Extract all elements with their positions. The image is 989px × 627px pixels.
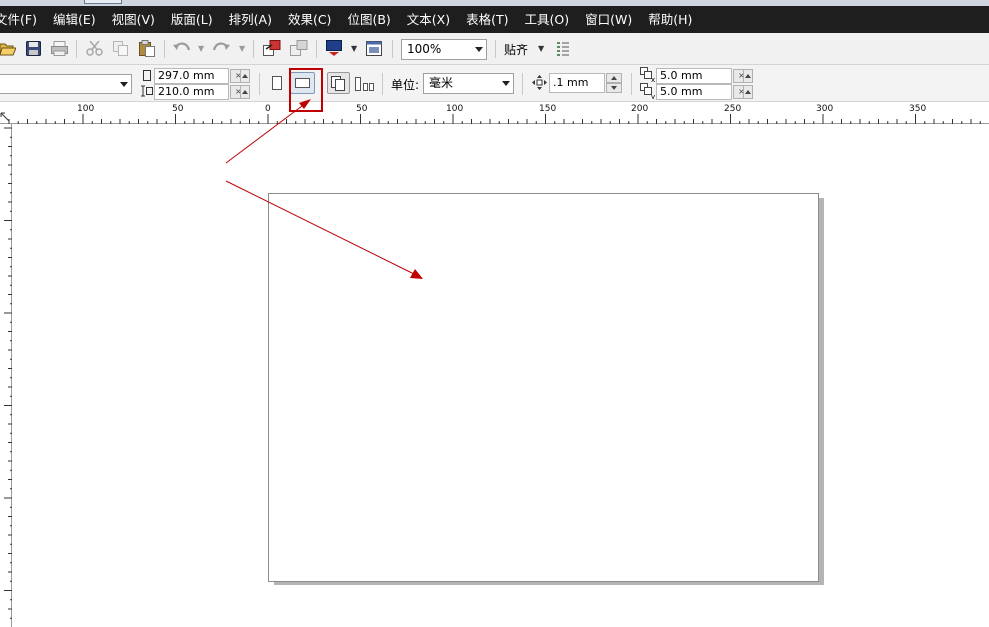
duplicate-distance-y-field[interactable]: 5.0 mm [656,84,732,100]
application-launcher-icon[interactable] [326,40,342,60]
page-width-up[interactable] [240,69,250,83]
menu-table[interactable]: 表格(T) [458,6,516,33]
undo-icon[interactable] [173,41,191,59]
options-icon[interactable] [556,41,570,59]
chevron-down-icon [475,47,483,52]
toolbar-separator [382,73,383,95]
snap-to-menu[interactable]: 贴齐 [504,41,528,58]
portrait-page-icon[interactable] [272,76,282,93]
units-select[interactable]: 毫米 [423,73,514,94]
vertical-ruler-ticks [4,127,12,619]
ruler-label: 100 [77,104,95,114]
ruler-label: 100 [446,104,464,114]
save-icon[interactable] [26,41,41,59]
undo-dropdown-icon[interactable]: ▼ [198,44,204,53]
menu-layout[interactable]: 版面(L) [163,6,221,33]
current-page-icon[interactable] [355,77,375,94]
paper-type-select[interactable] [0,74,132,94]
ruler-label: 250 [724,104,742,114]
units-value: 毫米 [429,76,454,90]
toolbar-separator [259,73,260,95]
toolbar-separator [253,40,254,58]
units-label: 单位: [391,78,420,92]
svg-text:x: x [651,76,655,82]
ruler-origin-icon[interactable] [0,112,10,122]
application-launcher-dropdown-icon[interactable]: ▼ [351,44,357,53]
menu-file[interactable]: 文件(F) [0,6,45,33]
page-height-up[interactable] [240,85,250,99]
chevron-down-icon [502,81,510,86]
toolbar-separator [631,73,632,95]
duplicate-distance-y-icon: y [640,83,656,102]
toolbar-separator [522,73,523,95]
svg-text:y: y [651,93,655,99]
page-height-icon [141,85,153,100]
menu-help[interactable]: 帮助(H) [640,6,700,33]
duplicate-distance-y-up[interactable] [743,85,753,99]
print-icon[interactable] [51,41,68,59]
title-tab-fragment [84,0,122,4]
menu-text[interactable]: 文本(X) [399,6,458,33]
toolbar-separator [392,40,393,58]
menu-view[interactable]: 视图(V) [104,6,163,33]
nudge-distance-up[interactable] [606,73,622,83]
page-width-icon [142,69,152,85]
import-icon[interactable] [263,40,281,60]
menu-edit[interactable]: 编辑(E) [45,6,104,33]
menu-arrange[interactable]: 排列(A) [221,6,280,33]
toolbar-separator [76,40,77,58]
ruler-label: 50 [172,104,184,114]
property-bar: 297.0 mm × 210.0 mm × 单位: 毫米 .1 mm x 5.0… [0,65,989,102]
page-width-field[interactable]: 297.0 mm [154,68,229,84]
ruler-label: 200 [631,104,649,114]
nudge-distance-icon [532,75,547,93]
ruler-label: 350 [909,104,927,114]
nudge-distance-down[interactable] [606,83,622,93]
duplicate-distance-x-field[interactable]: 5.0 mm [656,68,732,84]
nudge-distance-field[interactable]: .1 mm [549,73,605,93]
duplicate-distance-x-up[interactable] [743,69,753,83]
redo-icon[interactable] [212,41,230,59]
ruler-label: 50 [356,104,368,114]
all-pages-button[interactable] [327,72,350,94]
redo-dropdown-icon[interactable]: ▼ [239,44,245,53]
ruler-label: 0 [265,104,271,114]
drawing-page[interactable] [268,193,819,582]
snap-dropdown-icon[interactable]: ▼ [538,44,544,53]
toolbar-separator [322,73,323,95]
open-folder-icon[interactable] [0,41,17,59]
menu-effects[interactable]: 效果(C) [280,6,339,33]
horizontal-ruler-ticks [8,114,981,124]
ruler-label: 150 [539,104,557,114]
menu-tools[interactable]: 工具(O) [517,6,578,33]
menu-bar: 文件(F) 编辑(E) 视图(V) 版面(L) 排列(A) 效果(C) 位图(B… [0,6,989,33]
ruler-label: 300 [816,104,834,114]
landscape-page-button[interactable] [290,72,315,94]
toolbar-separator [316,40,317,58]
zoom-level-select[interactable]: 100% [401,39,487,60]
page-height-field[interactable]: 210.0 mm [154,84,229,100]
vertical-ruler[interactable] [0,124,12,627]
coreldraw-window: 文件(F) 编辑(E) 视图(V) 版面(L) 排列(A) 效果(C) 位图(B… [0,0,989,627]
cut-icon[interactable] [86,40,103,59]
toolbar-separator [164,40,165,58]
toolbar-separator [495,40,496,58]
zoom-level-value: 100% [407,42,442,56]
export-icon[interactable] [290,40,308,60]
horizontal-ruler[interactable]: 100 50 0 50 100 150 200 250 300 350 [0,102,989,124]
menu-window[interactable]: 窗口(W) [577,6,640,33]
copy-icon[interactable] [113,41,129,59]
menu-bitmaps[interactable]: 位图(B) [339,6,398,33]
welcome-screen-icon[interactable] [366,41,382,59]
standard-toolbar: ▼ ▼ ▼ 100% 贴齐 ▼ [0,33,989,65]
chevron-down-icon [120,82,128,87]
paste-icon[interactable] [139,40,155,60]
